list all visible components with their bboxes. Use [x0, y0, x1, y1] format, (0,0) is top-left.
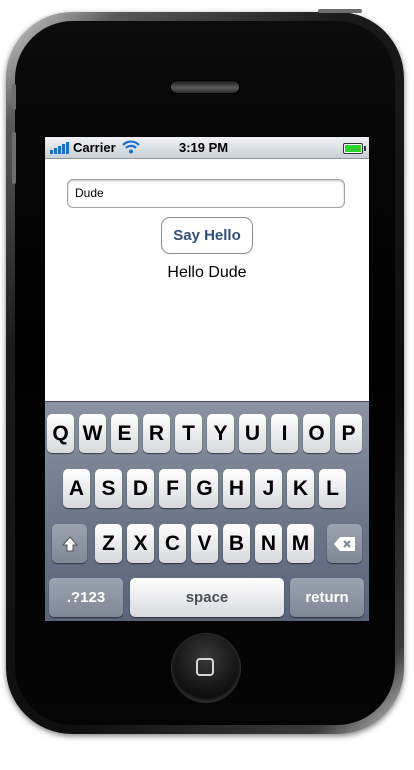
shift-arrow-icon	[61, 535, 78, 551]
wifi-icon	[122, 140, 140, 154]
key-k[interactable]: K	[287, 469, 314, 508]
key-i[interactable]: I	[271, 414, 298, 453]
key-g[interactable]: G	[191, 469, 218, 508]
key-l[interactable]: L	[319, 469, 346, 508]
key-c[interactable]: C	[159, 524, 186, 563]
signal-bars-icon	[50, 142, 72, 154]
name-input[interactable]: Dude	[67, 179, 345, 208]
keyboard: QWERTYUIOP ASDFGHJKL ZXCVBNM .?123 space…	[45, 401, 369, 621]
carrier-label: Carrier	[73, 140, 116, 155]
key-d[interactable]: D	[127, 469, 154, 508]
key-j[interactable]: J	[255, 469, 282, 508]
key-m[interactable]: M	[287, 524, 314, 563]
key-o[interactable]: O	[303, 414, 330, 453]
return-key[interactable]: return	[290, 578, 364, 617]
key-u[interactable]: U	[239, 414, 266, 453]
key-z[interactable]: Z	[95, 524, 122, 563]
key-v[interactable]: V	[191, 524, 218, 563]
delete-backspace-icon	[333, 536, 355, 551]
say-hello-button[interactable]: Say Hello	[161, 217, 253, 254]
key-q[interactable]: Q	[47, 414, 74, 453]
key-f[interactable]: F	[159, 469, 186, 508]
key-b[interactable]: B	[223, 524, 250, 563]
key-h[interactable]: H	[223, 469, 250, 508]
key-r[interactable]: R	[143, 414, 170, 453]
key-s[interactable]: S	[95, 469, 122, 508]
shift-key[interactable]	[52, 524, 87, 563]
earpiece-speaker	[170, 80, 240, 94]
key-w[interactable]: W	[79, 414, 106, 453]
battery-tip	[364, 146, 366, 151]
volume-button	[12, 132, 16, 184]
space-key[interactable]: space	[130, 578, 284, 617]
battery-icon	[343, 143, 366, 154]
key-x[interactable]: X	[127, 524, 154, 563]
key-p[interactable]: P	[335, 414, 362, 453]
status-time: 3:19 PM	[179, 140, 229, 155]
delete-key[interactable]	[327, 524, 362, 563]
sleep-button	[318, 9, 362, 13]
home-button[interactable]	[172, 634, 240, 702]
battery-fill	[345, 145, 361, 152]
key-n[interactable]: N	[255, 524, 282, 563]
key-t[interactable]: T	[175, 414, 202, 453]
key-a[interactable]: A	[63, 469, 90, 508]
square-icon	[196, 658, 214, 676]
key-y[interactable]: Y	[207, 414, 234, 453]
mute-switch	[12, 84, 16, 110]
phone-screen: Carrier 3:19 PM Dude Say Hello Hello Dud…	[44, 136, 370, 622]
numbers-key[interactable]: .?123	[49, 578, 123, 617]
key-e[interactable]: E	[111, 414, 138, 453]
status-bar: Carrier 3:19 PM	[45, 137, 369, 159]
greeting-label: Hello Dude	[167, 264, 247, 281]
